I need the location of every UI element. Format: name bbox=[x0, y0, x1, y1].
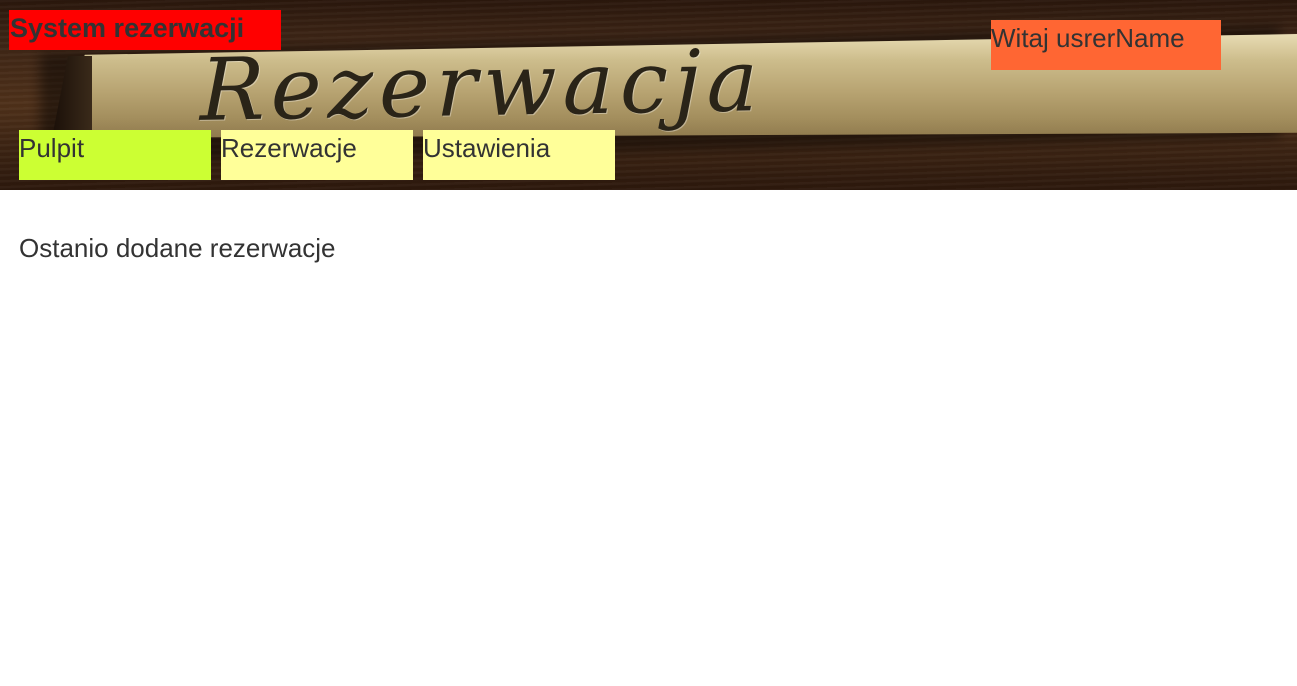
app-title: System rezerwacji bbox=[9, 10, 281, 50]
recent-reservations-heading: Ostanio dodane rezerwacje bbox=[19, 233, 336, 263]
banner-plaque-text: Rezerwacja bbox=[200, 31, 764, 141]
welcome-user: Witaj usrerName bbox=[991, 20, 1221, 70]
tab-pulpit[interactable]: Pulpit bbox=[19, 130, 211, 180]
tab-ustawienia[interactable]: Ustawienia bbox=[423, 130, 615, 180]
header-banner: Rezerwacja System rezerwacji Witaj usrer… bbox=[0, 0, 1297, 190]
tab-rezerwacje[interactable]: Rezerwacje bbox=[221, 130, 413, 180]
